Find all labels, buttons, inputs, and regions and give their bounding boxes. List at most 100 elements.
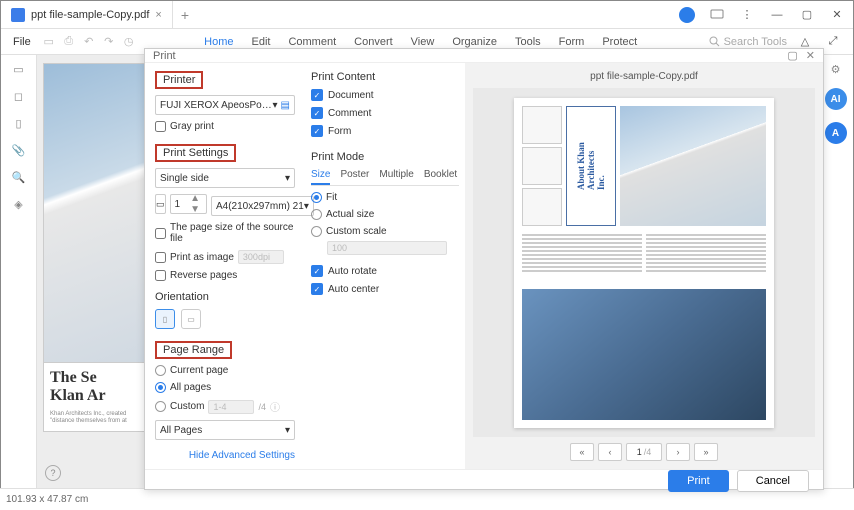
ai-tool2-icon[interactable]: A [825, 122, 847, 144]
menu-tools[interactable]: Tools [515, 36, 541, 48]
page-range-section-label: Page Range [155, 341, 232, 359]
avatar[interactable] [675, 3, 699, 27]
dialog-maximize-icon[interactable]: ▢ [787, 49, 797, 62]
preview-pager: « ‹ 1/4 › » [473, 443, 815, 461]
print-preview: About Khan Architects Inc. [473, 88, 815, 437]
preview-title: ppt file-sample-Copy.pdf [473, 71, 815, 82]
properties-icon[interactable]: ⚙ [831, 63, 841, 76]
chevron-down-icon: ▾ [273, 100, 278, 111]
menu-organize[interactable]: Organize [452, 36, 497, 48]
print-settings-section-label: Print Settings [155, 144, 236, 162]
redo-icon[interactable]: ↷ [99, 32, 119, 52]
find-icon[interactable]: 🔍 [12, 171, 26, 184]
dialog-title: Print [153, 50, 176, 62]
attachment-icon[interactable]: 📎 [12, 144, 26, 157]
cancel-button[interactable]: Cancel [737, 470, 809, 492]
dialog-close-icon[interactable]: ✕ [806, 49, 815, 62]
source-page-size-checkbox[interactable]: The page size of the source file [155, 222, 295, 244]
pc-document-checkbox[interactable]: ✓Document [311, 89, 459, 101]
menu-protect[interactable]: Protect [602, 36, 637, 48]
range-current-radio[interactable]: Current page [155, 365, 295, 376]
all-pages-dropdown[interactable]: All Pages▾ [155, 420, 295, 440]
print-mode-tabs: Size Poster Multiple Booklet [311, 169, 459, 186]
orientation-label: Orientation [155, 291, 295, 303]
pm-tab-size[interactable]: Size [311, 169, 330, 185]
orientation-landscape[interactable]: ▭ [181, 309, 201, 329]
range-custom-radio[interactable]: Custom 1-4 /4 ⓘ [155, 399, 295, 414]
print-content-label: Print Content [311, 71, 459, 83]
help-icon[interactable]: ? [45, 465, 61, 481]
expand-icon[interactable]: ⤢ [821, 30, 845, 54]
orientation-portrait[interactable]: ▯ [155, 309, 175, 329]
ai-tool-icon[interactable]: AI [825, 88, 847, 110]
gray-print-checkbox[interactable]: Gray print [155, 121, 295, 132]
document-preview: The Se Klan Ar Khan Architects Inc., cre… [43, 63, 149, 432]
pager-first[interactable]: « [570, 443, 594, 461]
pm-custom-scale-radio[interactable]: Custom scale [311, 226, 459, 237]
window-maximize[interactable]: ▢ [795, 3, 819, 27]
printer-selected: FUJI XEROX ApeosPort-VI C3370 [160, 100, 273, 111]
menu-home[interactable]: Home [204, 36, 233, 48]
info-icon[interactable]: ⓘ [270, 399, 280, 414]
reverse-pages-checkbox[interactable]: Reverse pages [155, 270, 295, 281]
bookmark-icon[interactable]: ◻ [14, 90, 23, 103]
printer-section-label: Printer [155, 71, 203, 89]
pc-form-checkbox[interactable]: ✓Form [311, 125, 459, 137]
undo-icon[interactable]: ↶ [79, 32, 99, 52]
menu-view[interactable]: View [411, 36, 435, 48]
chat-icon[interactable] [705, 3, 729, 27]
pm-auto-center-checkbox[interactable]: ✓Auto center [311, 283, 459, 295]
copies-icon: ▭ [155, 194, 166, 214]
pc-comment-checkbox[interactable]: ✓Comment [311, 107, 459, 119]
chevron-down-icon: ▾ [285, 425, 290, 436]
pm-tab-multiple[interactable]: Multiple [379, 169, 413, 185]
main-menu: Home Edit Comment Convert View Organize … [204, 36, 637, 48]
sides-dropdown[interactable]: Single side▾ [155, 168, 295, 188]
printer-props-icon[interactable]: ▤ [281, 100, 290, 111]
print-icon[interactable]: ⎙ [59, 32, 79, 52]
window-close[interactable]: ✕ [825, 3, 849, 27]
history-icon[interactable]: ◷ [119, 32, 139, 52]
status-coords: 101.93 x 47.87 cm [6, 494, 88, 505]
titlebar: ppt file-sample-Copy.pdf × + ⋮ — ▢ ✕ [1, 1, 853, 29]
tab-title: ppt file-sample-Copy.pdf [31, 9, 149, 21]
page-icon[interactable]: ▭ [13, 63, 23, 76]
tab-close-icon[interactable]: × [155, 9, 161, 21]
pm-auto-rotate-checkbox[interactable]: ✓Auto rotate [311, 265, 459, 277]
print-dialog: Print ▢ ✕ Printer FUJI XEROX ApeosPort-V… [144, 48, 824, 490]
menu-edit[interactable]: Edit [251, 36, 270, 48]
pm-tab-booklet[interactable]: Booklet [424, 169, 457, 185]
printer-dropdown[interactable]: FUJI XEROX ApeosPort-VI C3370 ▾ ▤ [155, 95, 295, 115]
print-button[interactable]: Print [668, 470, 729, 492]
menu-convert[interactable]: Convert [354, 36, 393, 48]
pager-prev[interactable]: ‹ [598, 443, 622, 461]
save-icon[interactable]: ▭ [39, 32, 59, 52]
pm-fit-radio[interactable]: Fit [311, 192, 459, 203]
pdf-icon [11, 8, 25, 22]
search-icon [709, 36, 720, 47]
pm-tab-poster[interactable]: Poster [340, 169, 369, 185]
thumbnail-icon[interactable]: ▯ [15, 117, 21, 130]
new-tab-button[interactable]: + [173, 7, 197, 23]
pager-next[interactable]: › [666, 443, 690, 461]
paper-dropdown[interactable]: A4(210x297mm) 21▾ [211, 196, 314, 216]
hide-advanced-link[interactable]: Hide Advanced Settings [155, 450, 295, 461]
window-minimize[interactable]: — [765, 3, 789, 27]
pm-scale-input: 100 [327, 241, 447, 255]
pager-last[interactable]: » [694, 443, 718, 461]
menu-form[interactable]: Form [559, 36, 585, 48]
chevron-down-icon: ▾ [285, 173, 290, 184]
layers-icon[interactable]: ◈ [14, 198, 22, 211]
left-toolbar: ▭ ◻ ▯ 📎 🔍 ◈ [1, 55, 37, 509]
file-menu[interactable]: File [5, 36, 39, 48]
menu-comment[interactable]: Comment [288, 36, 336, 48]
search-tools[interactable]: Search Tools [703, 36, 793, 48]
print-as-image-checkbox[interactable]: Print as image300dpi [155, 250, 295, 264]
range-all-radio[interactable]: All pages [155, 382, 295, 393]
pm-actual-radio[interactable]: Actual size [311, 209, 459, 220]
document-tab[interactable]: ppt file-sample-Copy.pdf × [1, 1, 173, 29]
more-icon[interactable]: ⋮ [735, 3, 759, 27]
copies-stepper[interactable]: 1▲▼ [170, 194, 207, 214]
preview-rotated-text: About Khan Architects Inc. [576, 142, 606, 190]
search-placeholder: Search Tools [724, 36, 787, 48]
